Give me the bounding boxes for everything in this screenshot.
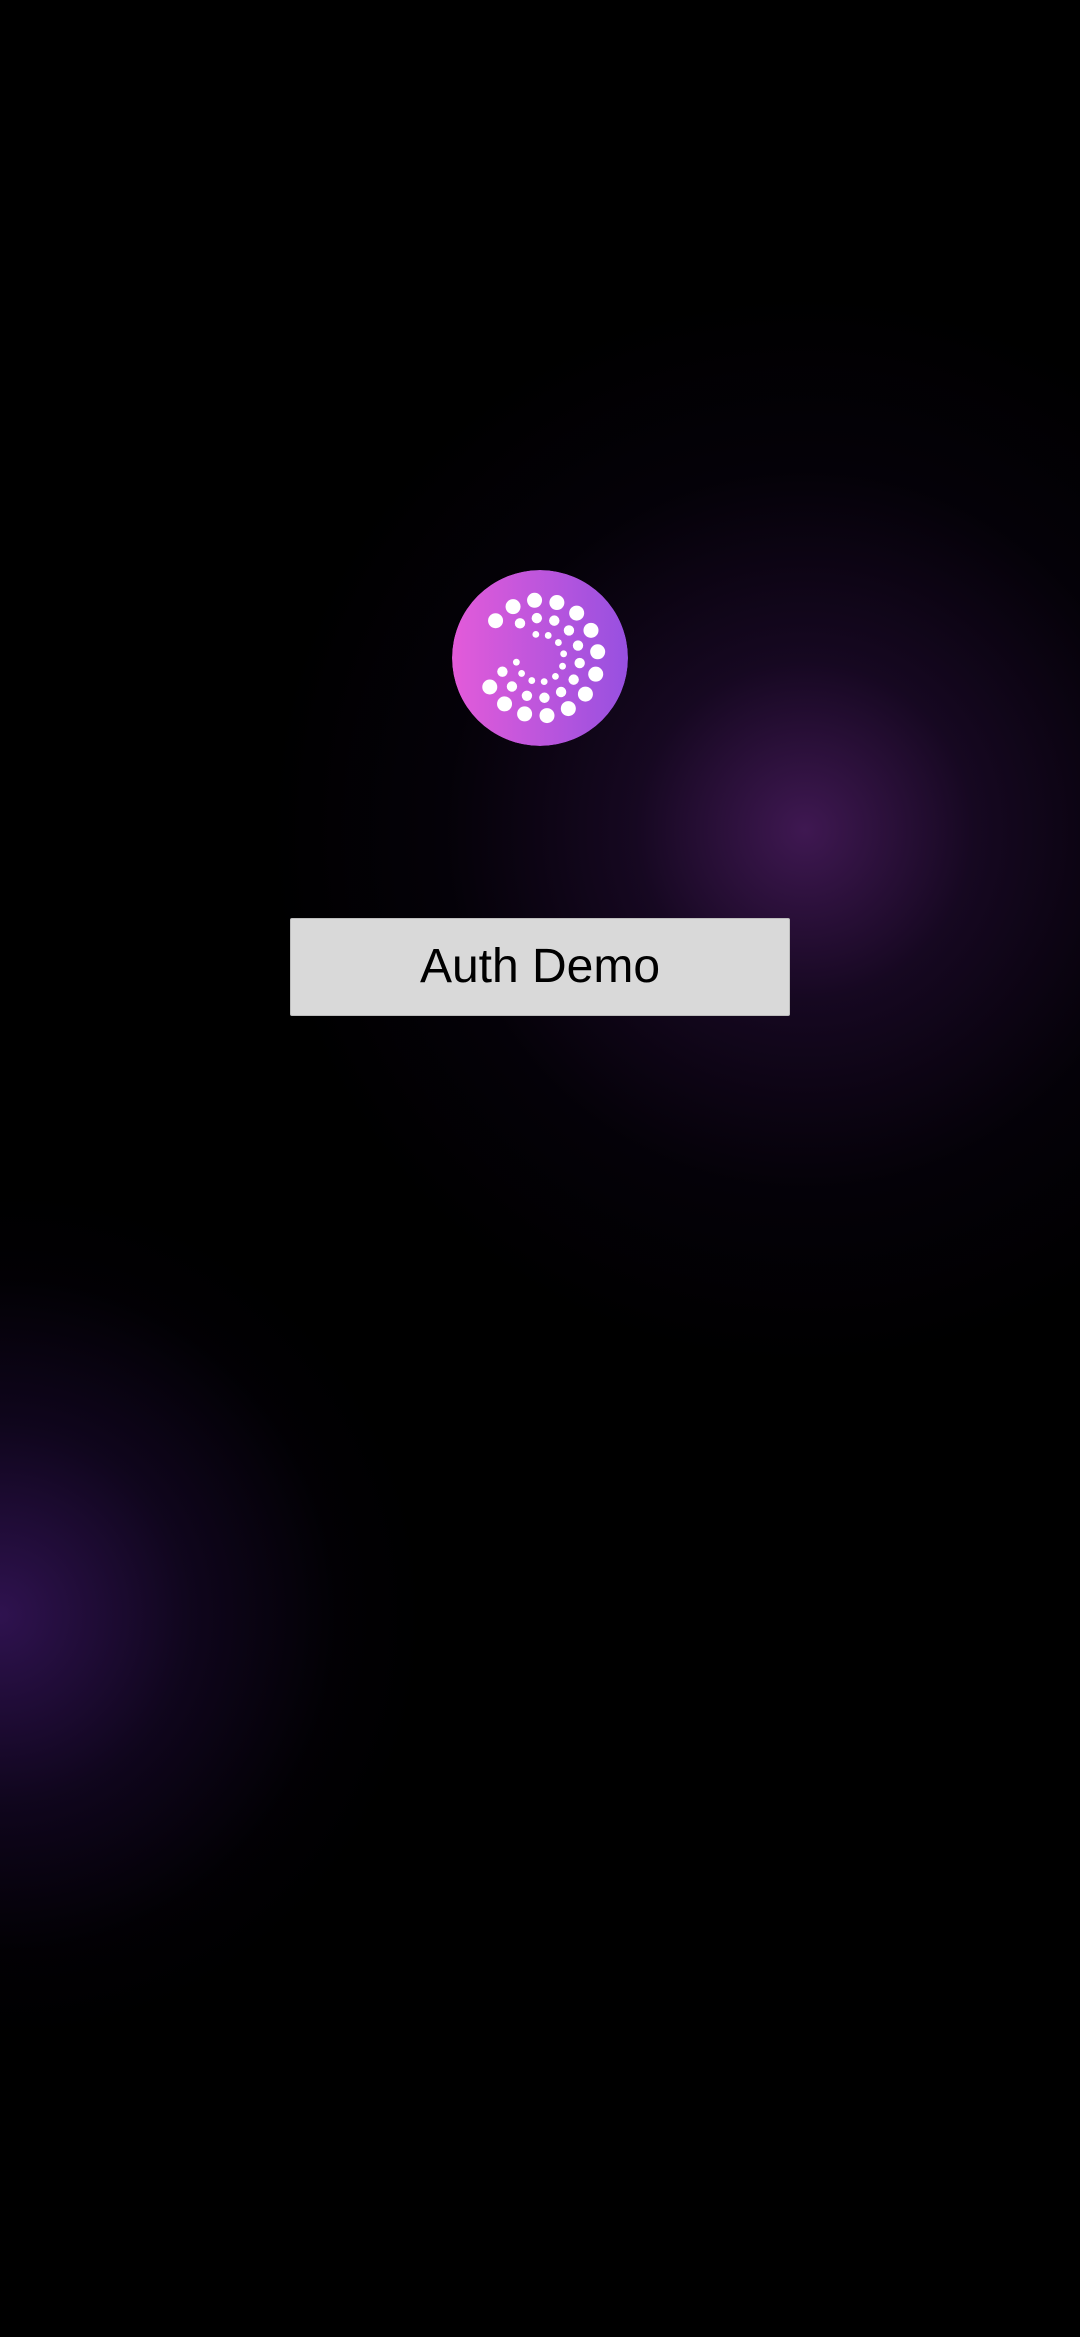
app-screen: Auth Demo [0,0,1080,2337]
app-logo-icon [452,570,628,746]
auth-demo-button[interactable]: Auth Demo [290,918,790,1016]
